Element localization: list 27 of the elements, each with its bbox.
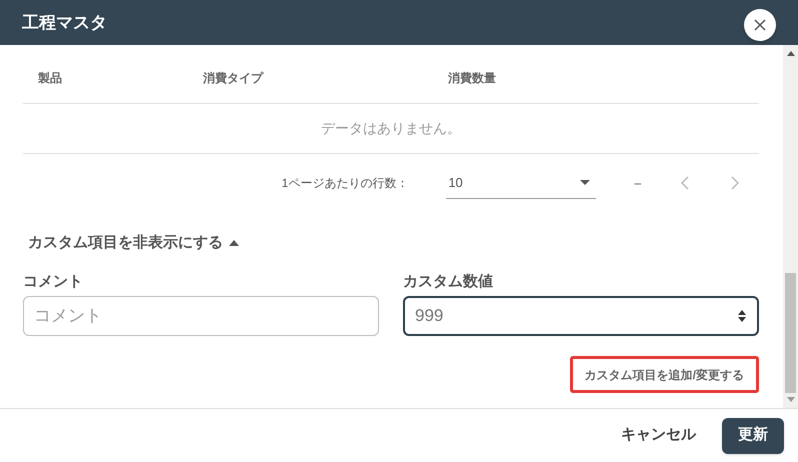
column-header: 消費タイプ [202,70,264,87]
rows-per-page-select[interactable]: 10 [446,167,596,199]
field-label: カスタム数値 [403,272,494,292]
caret-up-icon [229,240,239,246]
update-button[interactable]: 更新 [722,418,784,454]
empty-message: データはありません。 [321,119,461,138]
add-custom-field-button[interactable]: カスタム項目を追加/変更する [570,356,759,393]
cancel-button[interactable]: キャンセル [615,424,702,447]
previous-page-icon[interactable] [681,176,689,190]
column-header: 消費数量 [447,70,496,87]
close-button[interactable] [744,9,776,41]
scroll-up-icon[interactable] [786,51,794,56]
next-page-icon[interactable] [731,176,739,190]
spinner-icon[interactable] [737,308,747,324]
scrollbar[interactable] [783,45,798,408]
scrollbar-thumb[interactable] [785,273,796,393]
scroll-down-icon[interactable] [786,397,794,402]
field-label: コメント [23,272,84,292]
custom-fields-toggle[interactable]: カスタム項目を非表示にする [23,232,239,254]
input-field[interactable]: コメント [23,296,379,336]
dropdown-icon [580,180,590,185]
column-header: 製品 [37,70,63,87]
page-range: – [634,175,641,192]
close-icon [754,19,766,31]
number-field[interactable]: 999 [403,296,759,336]
dialog-title: 工程マスタ [22,12,107,34]
rows-per-page-label: 1ページあたりの行数： [282,175,408,192]
